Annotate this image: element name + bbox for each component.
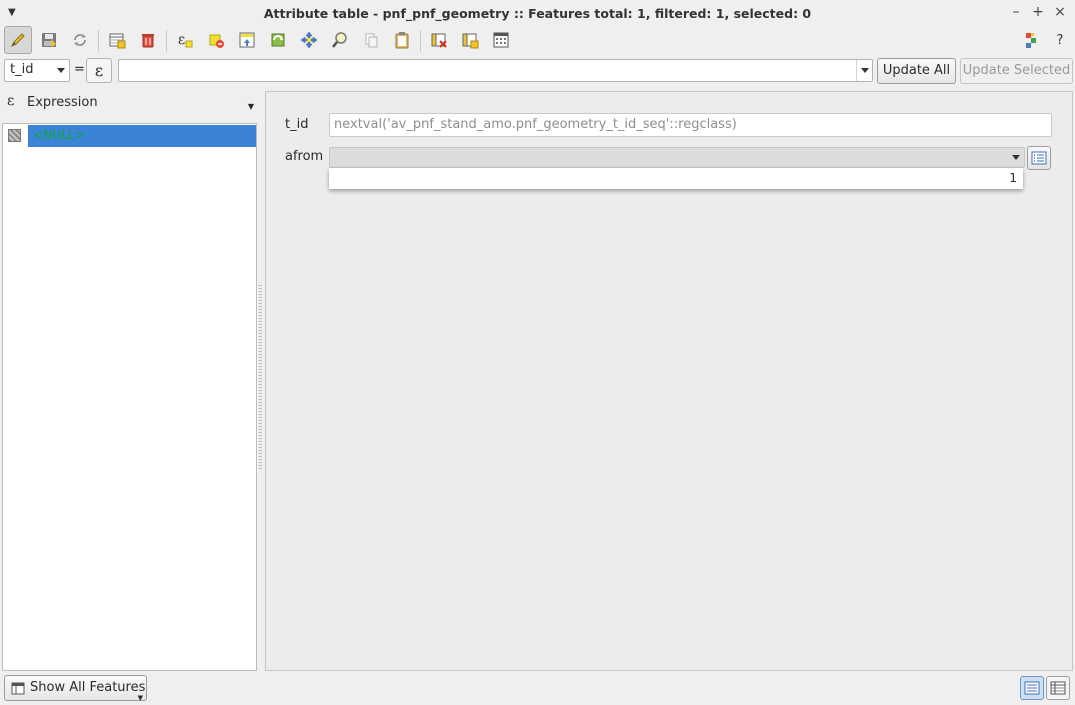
form-view-icon [1031,151,1047,165]
expression-icon: ε [7,93,15,109]
chevron-down-icon: ▼ [247,102,254,111]
update-all-button[interactable]: Update All [877,58,956,84]
minimize-button[interactable]: – [1008,4,1024,20]
close-button[interactable]: × [1052,4,1068,20]
deselect-all-button[interactable] [202,26,230,54]
toggle-editing-button[interactable] [4,26,32,54]
t-id-field[interactable]: nextval('av_pnf_stand_amo.pnf_geometry_t… [329,113,1052,137]
delete-selected-icon [142,34,154,48]
field-select[interactable]: t_id [4,59,70,82]
expression-header-label: Expression [27,95,98,110]
field-select-value: t_id [10,62,34,77]
title-bar: ▼ Attribute table - pnf_pnf_geometry :: … [0,0,1075,26]
toolbar-separator [420,30,421,52]
open-form-button[interactable] [1027,146,1051,170]
move-selection-to-top-button[interactable] [233,26,261,54]
window-title: Attribute table - pnf_pnf_geometry :: Fe… [263,6,812,21]
delete-field-button[interactable] [425,26,453,54]
expression-header[interactable]: ε Expression ▼ [2,91,257,123]
paste-features-icon [395,32,409,49]
toolbar-separator [98,30,99,52]
equals-label: = [74,62,85,77]
table-view-button[interactable] [1046,676,1070,700]
select-by-expression-button[interactable]: ε [171,26,199,54]
feature-row-marker-icon [8,129,21,142]
svg-text:ε: ε [178,32,185,48]
dock-table-icon [1026,33,1036,48]
move-selection-to-top-icon [239,32,255,48]
help-button[interactable]: ? [1046,26,1074,54]
reload-table-button[interactable] [66,26,94,54]
filter-icon [11,682,25,695]
add-feature-button[interactable] [103,26,131,54]
toolbar-separator [166,30,167,52]
zoom-to-selected-button[interactable] [326,26,354,54]
save-edits-button[interactable] [35,26,63,54]
attribute-table-toolbar: ε ? [0,26,1075,56]
pan-to-selected-icon [300,31,318,49]
select-by-expression-icon: ε [178,32,193,48]
form-view-button[interactable] [1020,676,1044,700]
afrom-combobox[interactable] [329,147,1025,168]
invert-selection-icon [271,33,285,47]
field-label-afrom: afrom [285,149,324,164]
dropdown-option[interactable]: 1 [1009,171,1017,185]
list-item-label: <NULL> [33,128,85,142]
open-field-calculator-button[interactable] [487,26,515,54]
chevron-down-icon: ▼ [137,694,143,702]
show-all-features-label: Show All Features [30,680,146,695]
save-edits-icon [42,33,56,47]
zoom-to-selected-icon [332,32,347,48]
chevron-down-icon [861,68,869,73]
delete-field-icon [431,33,447,48]
deselect-all-icon [209,34,224,48]
feature-list: <NULL> [2,123,257,671]
maximize-button[interactable]: + [1030,4,1046,20]
form-view-icon [1024,681,1040,695]
delete-selected-button[interactable] [134,26,162,54]
feature-form: t_id nextval('av_pnf_stand_amo.pnf_geome… [265,91,1073,671]
paste-features-button[interactable] [388,26,416,54]
open-field-calculator-icon [493,32,509,48]
copy-selected-button[interactable] [357,26,385,54]
expression-input[interactable] [118,59,873,82]
reload-table-icon [74,34,86,46]
add-feature-icon [109,33,126,49]
panel-splitter[interactable] [259,285,262,470]
show-all-features-button[interactable]: Show All Features ▼ [4,675,147,702]
table-view-icon [1050,681,1066,695]
chevron-down-icon [57,68,65,73]
chevron-down-icon [1012,155,1020,160]
new-field-icon [462,33,479,49]
invert-selection-button[interactable] [264,26,292,54]
field-label-t-id: t_id [285,117,309,132]
afrom-dropdown-popup: 1 [329,168,1023,189]
toggle-editing-icon [10,33,25,48]
copy-selected-icon [365,33,378,48]
dock-table-button[interactable] [1018,26,1046,54]
new-field-button[interactable] [456,26,484,54]
feature-list-panel: ε Expression ▼ <NULL> [2,91,257,671]
help-icon: ? [1056,32,1064,48]
update-selected-button[interactable]: Update Selected [960,58,1073,84]
expression-builder-button[interactable]: ε [86,58,112,83]
list-item[interactable]: <NULL> [28,125,256,147]
expression-history-dropdown[interactable] [856,60,872,81]
pan-to-selected-button[interactable] [295,26,323,54]
